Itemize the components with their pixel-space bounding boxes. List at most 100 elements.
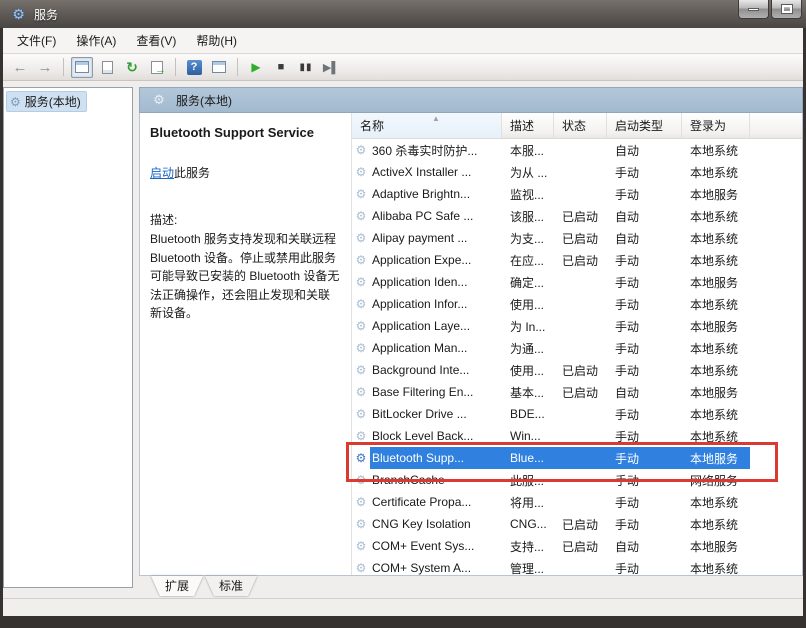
stop-service-button[interactable]: ■ [270,57,292,78]
table-row[interactable]: ⚙Application Infor...使用...手动本地系统 [352,293,802,315]
column-header-startup-type[interactable]: 启动类型 [607,113,682,138]
start-service-button[interactable]: ▶ [245,57,267,78]
menu-bar: 文件(F) 操作(A) 查看(V) 帮助(H) [3,28,803,54]
service-gear-icon: ⚙ [352,253,370,267]
table-row[interactable]: ⚙Block Level Back...Win...手动本地系统 [352,425,802,447]
cell-name: CNG Key Isolation [370,517,502,531]
console-window-icon [75,61,89,73]
console-window-button[interactable] [71,57,93,78]
sort-ascending-icon: ▲ [432,114,440,123]
cell-logon: 本地系统 [682,296,750,313]
cell-startup: 手动 [607,252,682,269]
restart-icon: ▶▌ [323,61,339,74]
service-gear-icon: ⚙ [352,187,370,201]
cell-logon: 本地系统 [682,164,750,181]
service-gear-icon: ⚙ [352,473,370,487]
export-list-button[interactable] [146,57,168,78]
cell-desc: 监视... [502,186,554,203]
table-row[interactable]: ⚙CNG Key IsolationCNG...已启动手动本地系统 [352,513,802,535]
refresh-icon: ↻ [126,59,138,76]
table-row[interactable]: ⚙Application Expe...在应...已启动手动本地系统 [352,249,802,271]
service-gear-icon: ⚙ [352,275,370,289]
column-header-name[interactable]: 名称 ▲ [352,113,502,138]
table-row[interactable]: ⚙Alipay payment ...为支...已启动自动本地系统 [352,227,802,249]
table-row[interactable]: ⚙Application Man...为通...手动本地系统 [352,337,802,359]
main-content: ⚙ 服务(本地) ⚙ 服务(本地) Bluetooth Support Serv… [3,81,803,598]
table-row[interactable]: ⚙COM+ Event Sys...支持...已启动自动本地服务 [352,535,802,557]
services-table: 名称 ▲ 描述 状态 启动类型 登录为 ⚙360 杀毒实时防护...本服...自… [352,113,802,575]
table-row[interactable]: ⚙Base Filtering En...基本...已启动自动本地服务 [352,381,802,403]
menu-action[interactable]: 操作(A) [66,28,126,53]
tree-item-services-local[interactable]: ⚙ 服务(本地) [6,91,87,112]
restart-service-button[interactable]: ▶▌ [320,57,342,78]
cell-desc: 支持... [502,538,554,555]
cell-logon: 本地服务 [682,450,750,467]
minimize-button[interactable] [738,0,769,19]
table-row[interactable]: ⚙Adaptive Brightn...监视...手动本地服务 [352,183,802,205]
cell-status: 已启动 [554,384,607,401]
cell-logon: 本地系统 [682,494,750,511]
refresh-button[interactable]: ↻ [121,57,143,78]
table-row[interactable]: ⚙360 杀毒实时防护...本服...自动本地系统 [352,139,802,161]
cell-name: Application Laye... [370,319,502,333]
column-header-logon-as[interactable]: 登录为 [682,113,750,138]
toolbar-separator [63,58,64,76]
table-row[interactable]: ⚙Alibaba PC Safe ...该服...已启动自动本地系统 [352,205,802,227]
table-row[interactable]: ⚙Application Laye...为 In... 手动本地服务 [352,315,802,337]
table-row[interactable]: ⚙ActiveX Installer ...为从 ...手动本地系统 [352,161,802,183]
show-hide-pane-button[interactable] [208,57,230,78]
cell-logon: 本地服务 [682,318,750,335]
cell-status: 已启动 [554,362,607,379]
service-gear-icon: ⚙ [352,451,370,465]
cell-desc: 为通... [502,340,554,357]
table-row[interactable]: ⚙Bluetooth Supp...Blue...手动本地服务 [352,447,802,469]
tab-standard[interactable]: 标准 [205,576,257,596]
cell-name: Block Level Back... [370,429,502,443]
services-app-icon: ⚙ [10,6,27,23]
help-button[interactable]: ? [183,57,205,78]
table-row[interactable]: ⚙BranchCache此服...手动网络服务 [352,469,802,491]
pause-service-button[interactable]: ▮▮ [295,57,317,78]
column-header-status[interactable]: 状态 [554,113,607,138]
service-table-body: ⚙360 杀毒实时防护...本服...自动本地系统⚙ActiveX Instal… [352,139,802,575]
cell-desc: CNG... [502,517,554,531]
tab-extended[interactable]: 扩展 [151,576,203,596]
cell-name: BitLocker Drive ... [370,407,502,421]
maximize-button[interactable] [771,0,802,19]
service-gear-icon: ⚙ [352,517,370,531]
cell-startup: 手动 [607,318,682,335]
service-gear-icon: ⚙ [352,495,370,509]
cell-desc: 为支... [502,230,554,247]
show-hide-pane-icon [212,61,226,73]
cell-name: Alibaba PC Safe ... [370,209,502,223]
table-row[interactable]: ⚙COM+ System A...管理...手动本地系统 [352,557,802,575]
table-row[interactable]: ⚙Certificate Propa...将用...手动本地系统 [352,491,802,513]
cell-status: 已启动 [554,516,607,533]
cell-desc: 为 In... [502,318,554,335]
table-row[interactable]: ⚙Application Iden...确定...手动本地服务 [352,271,802,293]
cell-desc: 基本... [502,384,554,401]
service-gear-icon: ⚙ [352,209,370,223]
table-row[interactable]: ⚙BitLocker Drive ...BDE...手动本地系统 [352,403,802,425]
service-gear-icon: ⚙ [352,539,370,553]
properties-button[interactable] [96,57,118,78]
service-gear-icon: ⚙ [352,319,370,333]
menu-file[interactable]: 文件(F) [7,28,66,53]
column-header-label: 名称 [360,117,384,134]
cell-logon: 本地服务 [682,538,750,555]
back-button[interactable]: ← [9,57,31,78]
start-service-link[interactable]: 启动 [150,166,174,180]
cell-startup: 自动 [607,230,682,247]
menu-view[interactable]: 查看(V) [126,28,186,53]
column-header-description[interactable]: 描述 [502,113,554,138]
cell-logon: 本地系统 [682,560,750,576]
forward-button[interactable]: → [34,57,56,78]
table-row[interactable]: ⚙Background Inte...使用...已启动手动本地系统 [352,359,802,381]
menu-help[interactable]: 帮助(H) [186,28,247,53]
column-header-label: 启动类型 [615,117,663,134]
console-tree-panel: ⚙ 服务(本地) [3,87,133,588]
cell-status: 已启动 [554,252,607,269]
pause-icon: ▮▮ [299,62,312,73]
toolbar-separator [175,58,176,76]
service-gear-icon: ⚙ [352,165,370,179]
